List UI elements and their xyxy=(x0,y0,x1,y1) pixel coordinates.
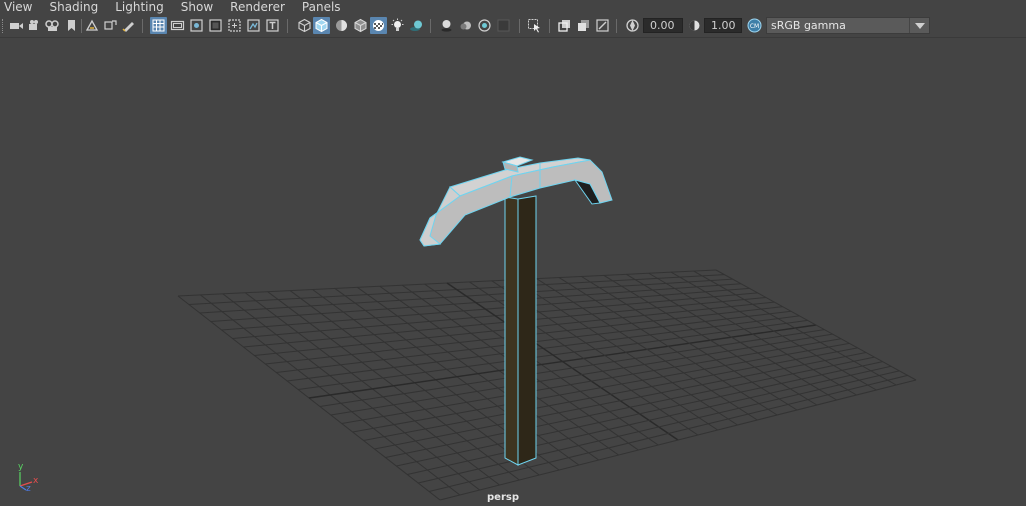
grease-pencil-icon[interactable] xyxy=(120,17,137,34)
menu-view[interactable]: View xyxy=(0,0,32,14)
toolbar-grip[interactable] xyxy=(2,19,4,33)
2d-pan-zoom-icon[interactable] xyxy=(102,17,119,34)
toolbar-separator xyxy=(549,19,550,33)
pickaxe-model[interactable] xyxy=(419,156,613,466)
grid-line xyxy=(715,269,917,381)
motion-blur-icon[interactable] xyxy=(457,17,474,34)
multisample-aa-icon[interactable] xyxy=(476,17,493,34)
chevron-down-icon[interactable] xyxy=(909,18,929,33)
safe-action-icon[interactable] xyxy=(245,17,262,34)
toolbar-separator xyxy=(616,19,617,33)
xray-components-icon[interactable] xyxy=(594,17,611,34)
axis-gizmo: y x z xyxy=(12,462,42,494)
menu-shading[interactable]: Shading xyxy=(45,0,98,14)
safe-title-icon[interactable] xyxy=(264,17,281,34)
screen-space-ao-icon[interactable] xyxy=(438,17,455,34)
depth-of-field-icon[interactable] xyxy=(495,17,512,34)
axis-y-label: y xyxy=(18,462,24,472)
grid-line xyxy=(648,272,857,396)
viewport-scene[interactable] xyxy=(0,39,1026,506)
resolution-gate-icon[interactable] xyxy=(188,17,205,34)
toolbar-separator xyxy=(430,19,431,33)
panel-toolbar: 0.00 1.00 CM sRGB gamma xyxy=(0,14,1026,38)
axis-x-label: x xyxy=(33,476,39,486)
ground-grid xyxy=(177,269,917,501)
textured-icon[interactable] xyxy=(370,17,387,34)
exposure-field[interactable]: 0.00 xyxy=(643,18,683,33)
grid-line xyxy=(670,271,877,391)
grid-line xyxy=(396,361,883,467)
bookmark-icon[interactable] xyxy=(63,17,80,34)
default-material-icon[interactable] xyxy=(333,17,350,34)
field-chart-icon[interactable] xyxy=(226,17,243,34)
gamma-field[interactable]: 1.00 xyxy=(704,18,742,33)
exposure-icon[interactable] xyxy=(624,17,641,34)
menu-renderer[interactable]: Renderer xyxy=(226,0,285,14)
view-transform-dropdown[interactable]: sRGB gamma xyxy=(766,17,930,34)
gamma-icon[interactable] xyxy=(686,17,703,34)
menu-lighting[interactable]: Lighting xyxy=(111,0,164,14)
image-plane-icon[interactable] xyxy=(84,17,101,34)
camera-tools-icon[interactable] xyxy=(44,17,61,34)
camera-name-label: persp xyxy=(487,492,519,503)
menu-panels[interactable]: Panels xyxy=(298,0,341,14)
panel-menubar: View Shading Lighting Show Renderer Pane… xyxy=(0,0,1026,14)
grid-line xyxy=(693,270,897,386)
grid-line xyxy=(626,273,837,401)
toolbar-separator xyxy=(81,19,82,33)
menu-show[interactable]: Show xyxy=(177,0,213,14)
isolate-select-icon[interactable] xyxy=(526,17,543,34)
toolbar-separator xyxy=(287,19,288,33)
pickaxe-handle-side xyxy=(517,195,537,466)
grid-toggle-icon[interactable] xyxy=(150,17,167,34)
xray-icon[interactable] xyxy=(556,17,573,34)
camera-attributes-icon[interactable] xyxy=(26,17,43,34)
shadows-icon[interactable] xyxy=(408,17,425,34)
film-gate-icon[interactable] xyxy=(169,17,186,34)
xray-joints-icon[interactable] xyxy=(575,17,592,34)
smooth-shade-icon[interactable] xyxy=(313,17,330,34)
perspective-viewport[interactable] xyxy=(0,39,1026,506)
grid-line xyxy=(418,370,900,484)
grid-line xyxy=(341,338,842,424)
color-management-icon[interactable]: CM xyxy=(746,17,763,34)
grid-line xyxy=(374,352,867,450)
wireframe-on-shaded-icon[interactable] xyxy=(352,17,369,34)
toolbar-separator xyxy=(142,19,143,33)
select-camera-icon[interactable] xyxy=(8,17,25,34)
gate-mask-icon[interactable] xyxy=(207,17,224,34)
toolbar-separator xyxy=(519,19,520,33)
pickaxe-handle-front xyxy=(504,196,519,466)
wireframe-shading-icon[interactable] xyxy=(296,17,313,34)
use-all-lights-icon[interactable] xyxy=(389,17,406,34)
svg-text:CM: CM xyxy=(750,23,759,30)
view-transform-label: sRGB gamma xyxy=(771,19,846,32)
